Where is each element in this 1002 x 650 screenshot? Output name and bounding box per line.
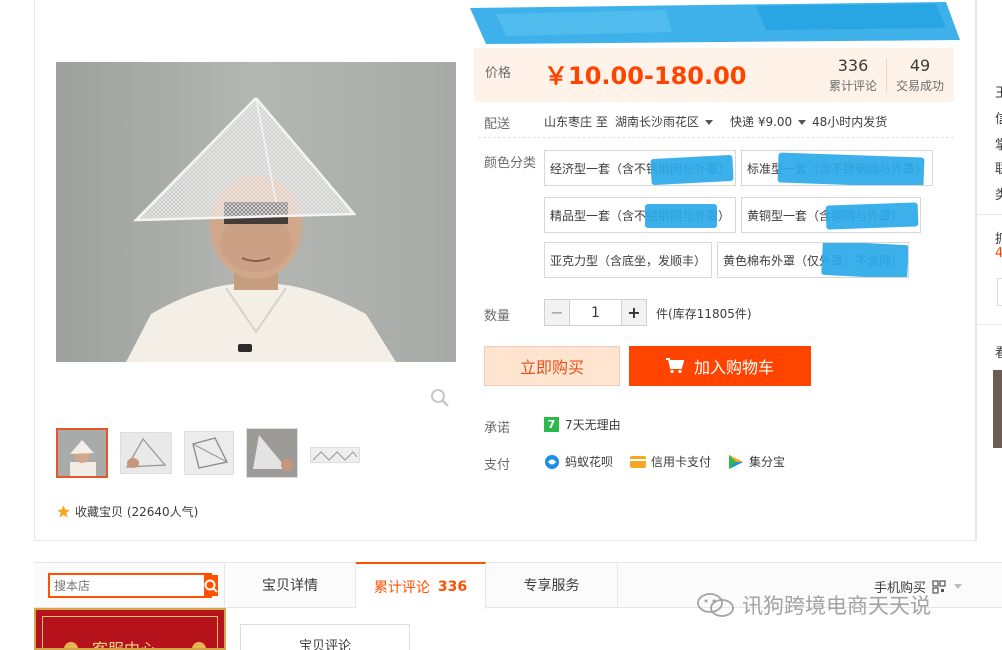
shipping-label: 配送 <box>484 117 511 132</box>
tab-reviews-label: 累计评论 <box>373 579 430 596</box>
sku-option-6[interactable]: 黄色棉布外罩（仅外罩，不含网） <box>717 242 909 278</box>
promise-item[interactable]: 7 7天无理由 <box>544 416 621 433</box>
sku-option-5[interactable]: 亚克力型（含底坐，发顺丰） <box>544 242 712 278</box>
thumbnail-4[interactable] <box>246 428 298 478</box>
payment-jifenbao[interactable]: 集分宝 <box>728 453 785 470</box>
customer-service-label: 客服中心 <box>92 640 157 650</box>
add-to-cart-label: 加入购物车 <box>693 358 774 377</box>
quantity-increase-button[interactable]: + <box>621 299 647 326</box>
buy-now-button[interactable]: 立即购买 <box>484 346 620 386</box>
deals-count: 49 <box>909 56 931 75</box>
payment-method-label: 集分宝 <box>749 455 786 469</box>
quantity-label: 数量 <box>484 309 511 324</box>
shop-info-char: 掌 <box>995 138 1002 153</box>
thumbnail-2[interactable] <box>120 432 172 474</box>
tab-exclusive-service[interactable]: 专享服务 <box>486 562 618 608</box>
payment-credit-card[interactable]: 信用卡支付 <box>630 453 711 470</box>
shop-info-char: 类 <box>995 188 1002 203</box>
search-icon <box>204 579 218 593</box>
payment-label: 支付 <box>484 458 511 473</box>
sku-option-1[interactable]: 经济型一套（含不锈钢网与外罩） <box>544 150 736 186</box>
search-button[interactable] <box>204 575 218 596</box>
price-label: 价格 <box>485 66 512 81</box>
lantern-icon <box>64 642 78 648</box>
credit-card-icon <box>630 455 646 468</box>
tab-reviews-count: 336 <box>437 578 468 595</box>
main-product-image[interactable] <box>56 62 456 362</box>
huabei-icon <box>545 454 559 469</box>
shop-info-char: 信 <box>995 112 1002 127</box>
stat-divider <box>886 58 887 92</box>
review-subtab[interactable]: 宝贝评论 <box>240 624 410 650</box>
watermark: 讯狗跨境电商天天说 <box>696 590 931 620</box>
ship-method-select[interactable]: 快递 ¥9.00 <box>730 113 807 130</box>
chevron-down-icon <box>705 120 714 125</box>
chevron-down-icon <box>954 584 963 589</box>
quantity-decrease-button[interactable]: − <box>544 299 570 326</box>
reviews-stat[interactable]: 336 累计评论 <box>824 56 882 94</box>
deals-stat: 49 交易成功 <box>892 56 948 94</box>
promise-text: 7天无理由 <box>565 418 621 432</box>
ship-from: 山东枣庄 至 <box>544 115 608 129</box>
promise-label: 承诺 <box>484 421 511 436</box>
shop-info-char: 联 <box>995 162 1002 177</box>
sku-option-3[interactable]: 精品型一套（含不锈钢网与外罩） <box>544 197 736 233</box>
qr-code-icon <box>932 579 946 594</box>
ship-to-select[interactable]: 湖南长沙雨花区 <box>615 113 714 130</box>
favorite-item[interactable]: 收藏宝贝 (22640人气) <box>56 502 198 520</box>
stock-text: 件(库存11805件) <box>656 307 752 321</box>
reviews-label: 累计评论 <box>828 79 877 93</box>
price-value: ￥10.00-180.00 <box>544 62 747 90</box>
cart-icon <box>665 358 684 374</box>
product-title-redacted <box>470 2 960 44</box>
customer-service-banner[interactable]: 客服中心 <box>34 608 226 650</box>
tab-item-details[interactable]: 宝贝详情 <box>224 562 356 608</box>
recommend-thumb[interactable] <box>993 370 1002 448</box>
shop-info-char: 抓 <box>995 232 1002 247</box>
star-icon <box>57 504 70 517</box>
color-label: 颜色分类 <box>484 156 537 171</box>
dispatch-time: 48小时内发货 <box>812 115 888 129</box>
payment-huabei[interactable]: 蚂蚁花呗 <box>544 453 613 470</box>
payment-method-label: 蚂蚁花呗 <box>565 455 614 469</box>
shop-info-char: 看 <box>995 346 1002 361</box>
jifenbao-icon <box>729 454 743 469</box>
thumbnail-5[interactable] <box>310 447 360 463</box>
thumbnail-1[interactable] <box>56 428 108 478</box>
sku-option-2[interactable]: 标准型一套（含不锈钢网与外罩） <box>741 150 933 186</box>
chevron-down-icon <box>798 120 807 125</box>
shop-info-char: 4 <box>995 246 1002 261</box>
watermark-text: 讯狗跨境电商天天说 <box>742 594 931 618</box>
sku-option-4[interactable]: 黄铜型一套（含铜网与外罩） <box>741 197 921 233</box>
shop-info-column: 王 信 掌 联 类 抓 4 看 <box>976 0 1002 542</box>
reviews-count: 336 <box>837 56 869 75</box>
add-to-cart-button[interactable]: 加入购物车 <box>629 346 811 386</box>
deals-label: 交易成功 <box>895 79 944 93</box>
shop-search <box>48 573 218 598</box>
quantity-input[interactable]: 1 <box>570 299 621 326</box>
shop-info-char: 王 <box>995 86 1002 101</box>
shop-search-input[interactable] <box>50 575 204 596</box>
lantern-icon <box>192 642 206 648</box>
zoom-icon[interactable] <box>430 388 450 408</box>
favorite-label: 收藏宝贝 (22640人气) <box>75 504 199 519</box>
thumbnail-3[interactable] <box>184 431 234 475</box>
tab-reviews[interactable]: 累计评论 336 <box>356 562 486 609</box>
shop-button[interactable] <box>997 278 1002 306</box>
seven-day-icon: 7 <box>544 417 559 432</box>
wechat-icon <box>697 593 734 617</box>
payment-method-label: 信用卡支付 <box>651 455 712 469</box>
divider <box>478 137 954 138</box>
